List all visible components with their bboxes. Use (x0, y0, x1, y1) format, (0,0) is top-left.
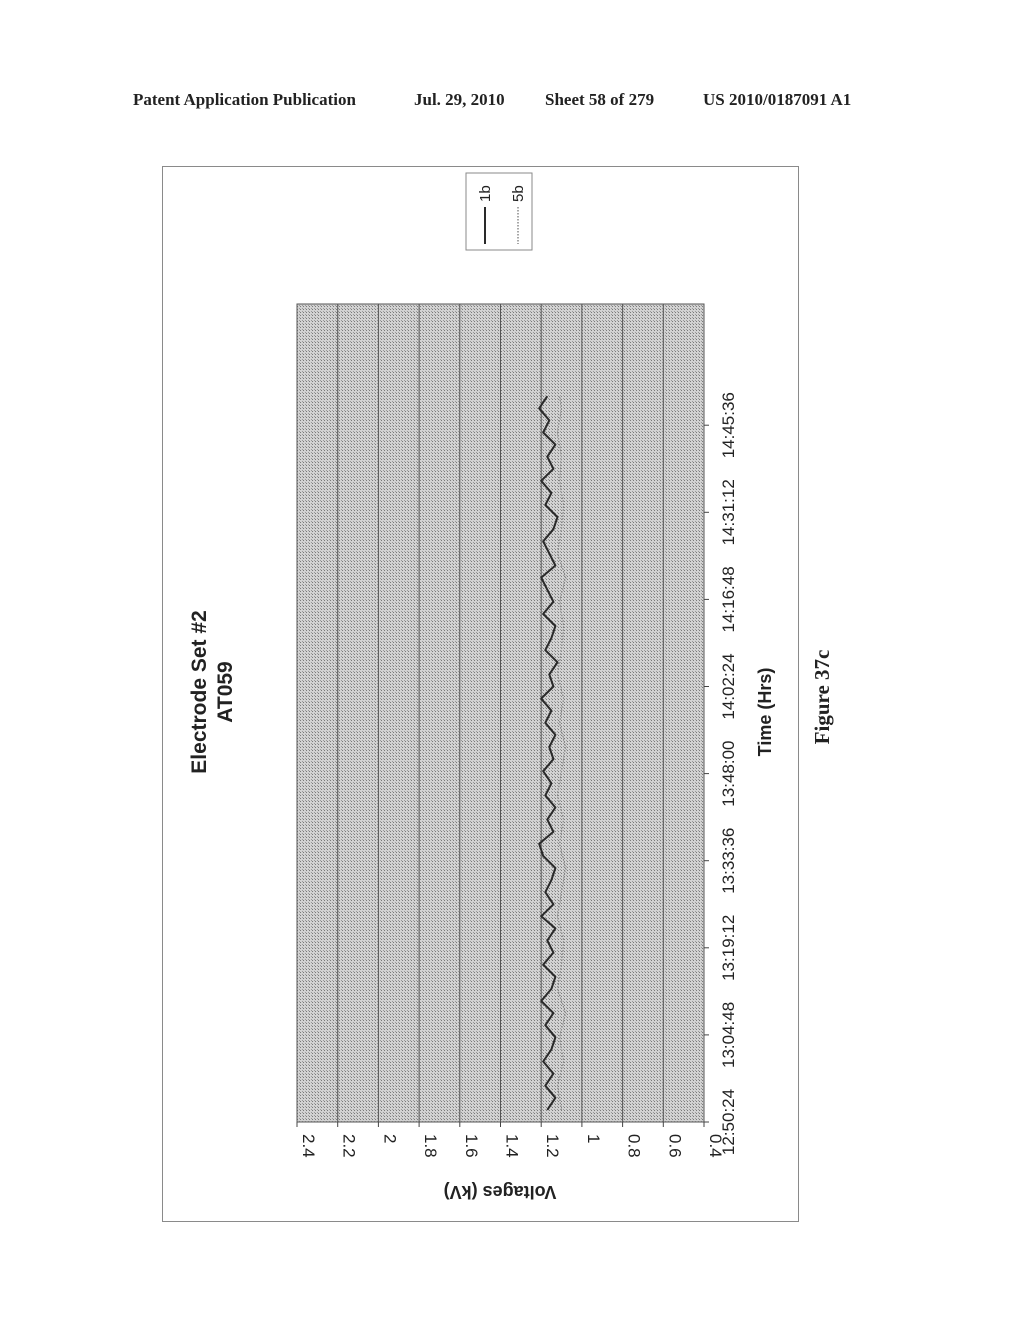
legend-label-1b: 1b (477, 185, 494, 202)
x-tick-label: 13:33:36 (719, 828, 738, 894)
voltage-axis-ticks: 0.40.60.811.21.41.61.822.22.4 (296, 1122, 725, 1158)
x-tick-label: 13:48:00 (719, 741, 738, 807)
y-tick-label: 1.6 (462, 1134, 481, 1158)
legend-box (465, 172, 533, 251)
x-tick-label: 13:19:12 (719, 915, 738, 981)
y-tick-label: 1.4 (503, 1134, 522, 1158)
y-tick-label: 0.8 (625, 1134, 644, 1158)
x-tick-label: 14:16:48 (719, 566, 738, 632)
legend: 1b 5b (465, 172, 533, 251)
x-tick-label: 14:02:24 (719, 653, 738, 719)
legend-label-5b: 5b (510, 185, 527, 202)
y-tick-label: 0.6 (665, 1134, 684, 1158)
y-tick-label: 1.8 (421, 1134, 440, 1158)
chart: 0.40.60.811.21.41.61.822.22.4 12:50:2413… (188, 172, 834, 1202)
y-tick-label: 2.4 (299, 1134, 318, 1158)
x-tick-label: 14:45:36 (719, 392, 738, 458)
y-axis-title: Voltages (kV) (444, 1182, 557, 1202)
x-tick-label: 13:04:48 (719, 1002, 738, 1068)
time-axis-ticks: 12:50:24 13:04:48 13:19:12 13:33:36 13:48:00… (704, 392, 738, 1155)
y-tick-label: 1.2 (543, 1134, 562, 1158)
x-tick-label: 14:31:12 (719, 479, 738, 545)
x-tick-label: 12:50:24 (719, 1089, 738, 1155)
chart-title: Electrode Set #2 (188, 610, 211, 773)
figure-label: Figure 37c (810, 650, 834, 745)
chart-subtitle: AT059 (214, 661, 237, 722)
y-tick-label: 2 (380, 1134, 399, 1143)
y-tick-label: 2.2 (340, 1134, 359, 1158)
x-axis-title: Time (Hrs) (755, 668, 775, 757)
y-tick-label: 1 (584, 1134, 603, 1143)
